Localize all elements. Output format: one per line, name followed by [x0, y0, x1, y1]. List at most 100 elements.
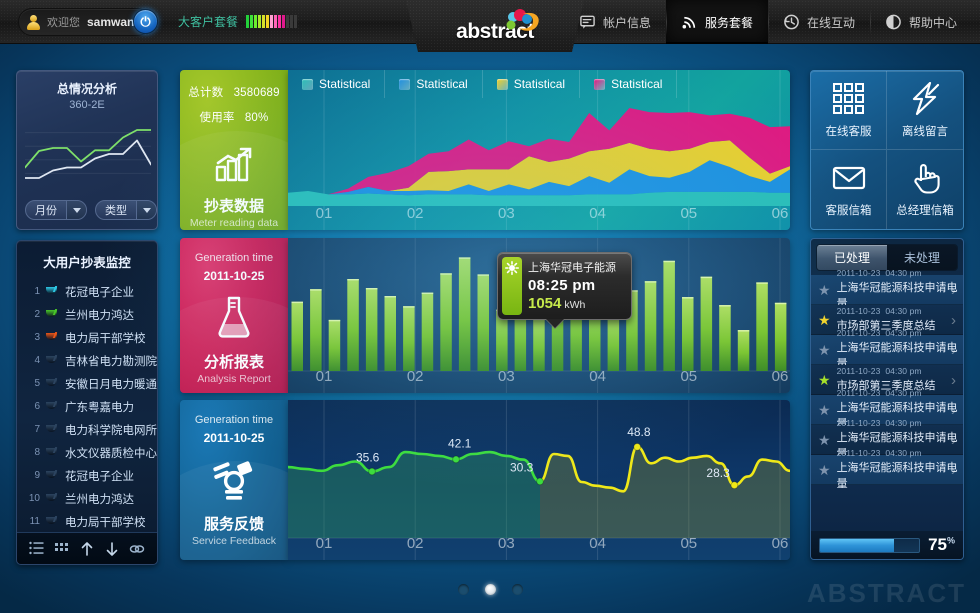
- pagination-dot-2[interactable]: [484, 584, 496, 595]
- user-list-item[interactable]: 4 吉林省电力勘测院: [17, 349, 157, 372]
- message-tab-2[interactable]: 未处理: [887, 245, 957, 270]
- plan-bar: [254, 15, 258, 28]
- month-select[interactable]: 月份: [25, 200, 87, 220]
- feedback-gen-date: 2011-10-25: [203, 431, 265, 445]
- message-item[interactable]: ★ 2011-10-23 04:30 pm 上海华冠能源科技申请电量 ›: [811, 448, 963, 490]
- chevron-right-icon: ›: [951, 402, 956, 419]
- arrow-down-icon[interactable]: [104, 541, 120, 557]
- user-list-item[interactable]: 2 兰州电力鸿达: [17, 303, 157, 326]
- chevron-down-icon: [136, 201, 156, 219]
- user-name: 花冠电子企业: [65, 286, 134, 299]
- service-feedback-card[interactable]: Generation time 2011-10-25 服务反馈 Service …: [180, 400, 288, 560]
- analysis-title-en: Analysis Report: [197, 373, 271, 385]
- message-date: 2011-10-23 04:30 pm: [836, 366, 922, 376]
- user-chip[interactable]: 欢迎您 samwang: [18, 8, 151, 36]
- meter-data-card[interactable]: 总计数 3580689 使用率 80% 抄表数据 Meter reading d…: [180, 70, 288, 230]
- x-tick: 02: [406, 205, 424, 222]
- legend-item[interactable]: Statistical: [483, 70, 581, 98]
- user-name: 水文仪器质检中心: [65, 447, 157, 460]
- list-view-icon[interactable]: [29, 541, 45, 557]
- user-list-item[interactable]: 9 花冠电子企业: [17, 464, 157, 487]
- grid-view-icon[interactable]: [54, 541, 70, 557]
- svg-text:42.1: 42.1: [448, 436, 472, 450]
- message-tabs: 已处理 未处理: [816, 244, 958, 271]
- nav-item-1[interactable]: 帐户信息: [564, 0, 666, 44]
- star-icon: ★: [818, 461, 831, 478]
- summary-title: 总情况分析: [56, 82, 117, 96]
- user-list-item[interactable]: 5 安徽日月电力暖通: [17, 372, 157, 395]
- message-date: 2011-10-23 04:30 pm: [836, 388, 922, 398]
- power-icon[interactable]: ⏻: [133, 9, 158, 34]
- info-circle-icon: [886, 14, 901, 30]
- pagination-dot-1[interactable]: [457, 584, 469, 595]
- legend-item[interactable]: Statistical: [385, 70, 483, 98]
- feedback-title-cn: 服务反馈: [203, 516, 264, 533]
- message-tab-1[interactable]: 已处理: [817, 245, 887, 270]
- plan-bar: [266, 15, 270, 28]
- message-date: 2011-10-23 04:30 pm: [836, 328, 922, 338]
- chevron-right-icon: ›: [951, 372, 956, 389]
- user-list-item[interactable]: 7 电力科学院电网所: [17, 418, 157, 441]
- star-icon: ★: [818, 311, 831, 328]
- progress-label: 75%: [928, 535, 955, 555]
- nav-item-4[interactable]: 帮助中心: [869, 0, 972, 44]
- user-name: 广东粤嘉电力: [65, 401, 134, 414]
- analysis-title-cn: 分析报表: [203, 354, 264, 371]
- user-list-item[interactable]: 3 电力局干部学校: [17, 326, 157, 349]
- user-name: 电力局干部学校: [65, 516, 146, 529]
- welcome-label: 欢迎您: [47, 17, 80, 29]
- quick-tile-label: 离线留言: [902, 125, 948, 138]
- user-list-item[interactable]: 11 电力局干部学校: [17, 510, 157, 533]
- envelope-icon: [832, 166, 865, 190]
- x-tick: 05: [680, 205, 698, 222]
- plan-bar: [274, 15, 278, 28]
- quick-tile-4[interactable]: 总经理信箱: [887, 150, 963, 229]
- pagination-dots: [0, 584, 980, 595]
- nav-item-2[interactable]: 服务套餐: [665, 0, 768, 44]
- user-list-item[interactable]: 6 广东粤嘉电力: [17, 395, 157, 418]
- plan-level-bars: [246, 15, 298, 28]
- account-card-icon: [580, 15, 595, 29]
- user-list-item[interactable]: 10 兰州电力鸿达: [17, 487, 157, 510]
- meter-total-value: 3580689: [233, 87, 280, 99]
- user-list-item[interactable]: 1 花冠电子企业: [17, 280, 157, 303]
- quick-tile-1[interactable]: 在线客服: [811, 71, 887, 150]
- x-tick: 04: [589, 535, 606, 552]
- user-rank: 6: [34, 401, 40, 412]
- message-date: 2011-10-23 04:30 pm: [836, 306, 922, 316]
- user-list-item[interactable]: 8 水文仪器质检中心: [17, 441, 157, 464]
- star-icon: ★: [818, 341, 831, 358]
- chevron-right-icon: ›: [951, 282, 956, 299]
- pagination-dot-3[interactable]: [511, 584, 523, 595]
- link-chain-icon[interactable]: [129, 541, 145, 557]
- quick-tile-2[interactable]: 离线留言: [887, 71, 963, 150]
- legend-item[interactable]: Statistical: [288, 70, 386, 98]
- x-tick: 01: [315, 205, 333, 222]
- medal-icon: [46, 424, 61, 434]
- chevron-right-icon: ›: [951, 312, 956, 329]
- meter-total-label: 总计数: [188, 87, 224, 99]
- progress-bar: [819, 537, 921, 553]
- bar-chart-x-axis: 01 02 03 04 05 06: [288, 368, 790, 388]
- quick-tile-3[interactable]: 客服信箱: [811, 150, 887, 229]
- user-rank: 11: [29, 516, 40, 527]
- analysis-report-card[interactable]: Generation time 2011-10-25 分析报表 Analysis…: [180, 238, 288, 393]
- analysis-gen-label: Generation time: [194, 252, 274, 264]
- medal-icon: [46, 447, 61, 457]
- flask-icon: [218, 296, 250, 338]
- stacked-area-chart: Statistical Statistical Statistical Statist…: [288, 70, 790, 230]
- svg-text:30.3: 30.3: [510, 460, 534, 474]
- sun-icon: [502, 257, 522, 315]
- x-tick: 03: [498, 368, 515, 385]
- logo-text: abstract: [456, 20, 534, 43]
- message-item[interactable]: ★ 2011-10-23 04:30 pm 上海华冠能源科技申请电量 ›: [811, 328, 963, 370]
- legend-item[interactable]: Statistical: [580, 70, 678, 98]
- meter-title-cn: 抄表数据: [203, 198, 264, 215]
- arrow-up-icon[interactable]: [79, 541, 95, 557]
- nav-item-label: 帮助中心: [908, 15, 957, 30]
- nav-item-3[interactable]: 在线互动: [767, 0, 870, 44]
- message-item[interactable]: ★ 2011-10-23 04:30 pm 上海华冠能源科技申请电量 ›: [811, 268, 963, 310]
- line-chart-x-axis: 01 02 03 04 05 06: [288, 535, 790, 555]
- plan-bar: [282, 15, 286, 28]
- type-select[interactable]: 类型: [95, 200, 157, 220]
